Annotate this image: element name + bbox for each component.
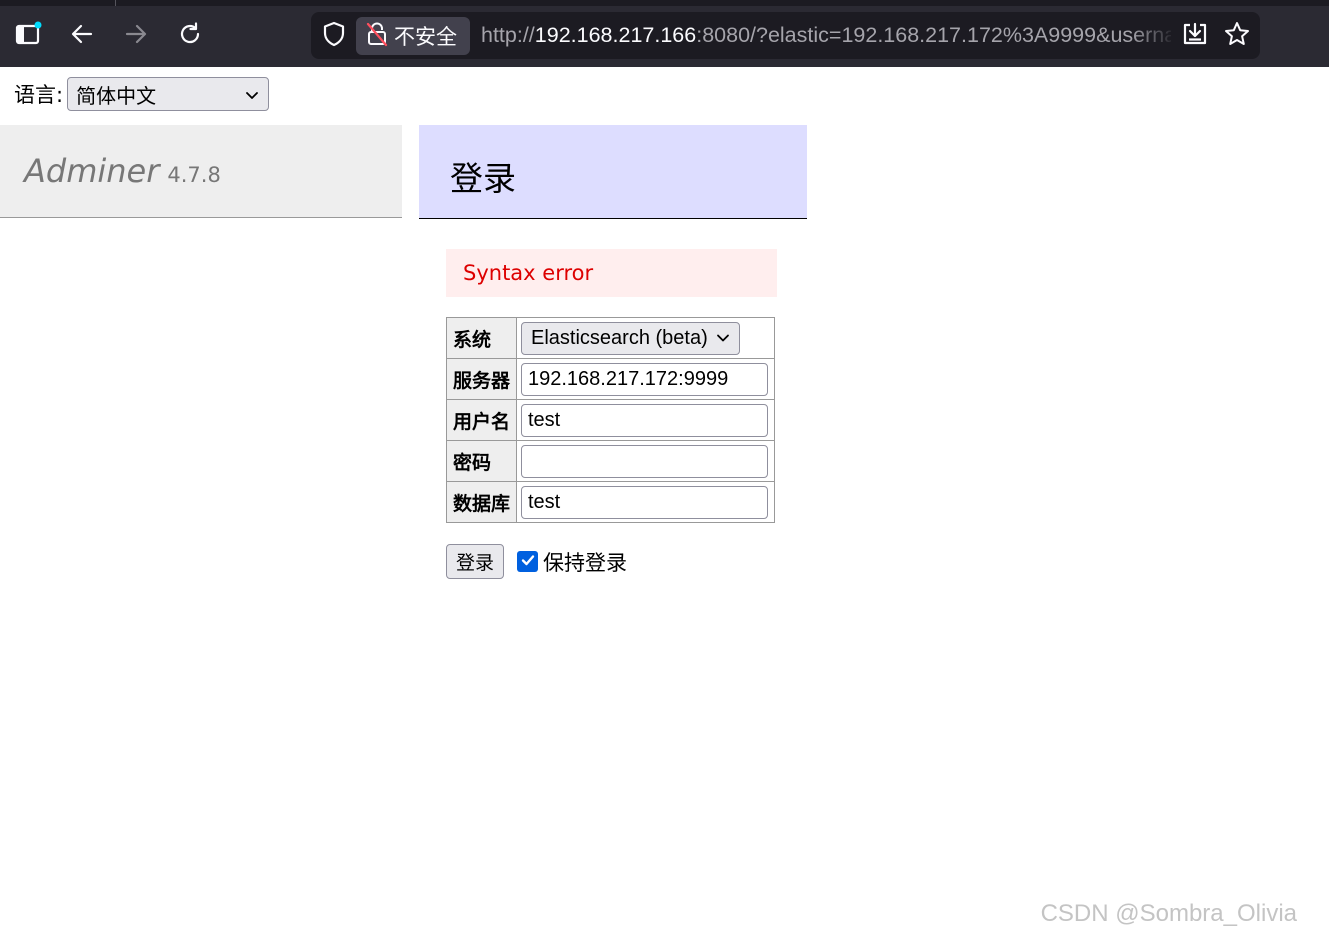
password-input[interactable] [521,444,768,478]
username-label: 用户名 [446,399,517,441]
url-scheme: http:// [481,23,535,47]
page-header: 登录 [419,125,807,219]
url-host: 192.168.217.166 [534,23,697,47]
form-row-password: 密码 [446,440,775,482]
username-input[interactable]: test [521,403,768,437]
permanent-login-label[interactable]: 保持登录 [543,547,627,577]
security-label: 不安全 [394,25,457,49]
bookmark-star-icon [1223,20,1251,52]
server-label: 服务器 [446,358,517,400]
permanent-login-checkbox[interactable] [517,551,538,572]
login-button[interactable]: 登录 [446,544,504,579]
error-message: Syntax error [446,249,777,297]
url-fade [1131,12,1176,59]
tracking-protection-button[interactable] [321,21,347,51]
password-cell [516,440,775,482]
sidebar-toggle-button[interactable] [12,18,44,50]
shield-icon [322,21,346,51]
adminer-version: 4.7.8 [167,163,221,187]
save-page-button[interactable] [1180,21,1210,51]
system-label: 系统 [446,317,517,359]
back-button[interactable] [66,18,98,50]
url-text[interactable]: http://192.168.217.166:8080/?elastic=192… [481,12,1171,59]
form-row-server: 服务器 192.168.217.172:9999 [446,358,775,400]
password-label: 密码 [446,440,517,482]
database-label: 数据库 [446,481,517,523]
bookmark-button[interactable] [1222,21,1252,51]
forward-button[interactable] [120,18,152,50]
form-row-database: 数据库 test [446,481,775,523]
language-select[interactable]: 简体中文 [67,77,270,111]
site-security-button[interactable]: 不安全 [356,17,470,55]
form-row-system: 系统 Elasticsearch (beta) [446,317,775,359]
checkmark-icon [520,552,536,572]
language-label: 语言: [14,83,64,107]
server-input[interactable]: 192.168.217.172:9999 [521,362,768,396]
language-form: 语言: 简体中文 [14,77,270,111]
form-actions: 登录 保持登录 [446,544,627,579]
tab-strip [0,0,1329,6]
adminer-logo-link[interactable]: Adminer [24,152,159,190]
watermark: CSDN @Sombra_Olivia [1040,900,1297,927]
insecure-lock-icon [366,21,388,51]
reload-button[interactable] [174,18,206,50]
system-selected-value: Elasticsearch (beta) [531,326,708,349]
url-rest: :8080/?elastic=192.168.217.172%3A9999&us… [696,23,1171,47]
browser-toolbar: 不安全 http://192.168.217.166:8080/?elastic… [0,0,1329,67]
chevron-down-icon [245,82,259,106]
chevron-down-icon [716,327,730,350]
tab-separator [115,0,116,6]
address-bar[interactable]: 不安全 http://192.168.217.166:8080/?elastic… [311,12,1260,59]
username-cell: test [516,399,775,441]
login-form-table: 系统 Elasticsearch (beta) 服务器 192.168.217.… [446,317,775,523]
system-cell: Elasticsearch (beta) [516,317,775,359]
sidebar-icon [14,20,42,48]
adminer-brand: Adminer 4.7.8 [24,152,221,190]
form-row-username: 用户名 test [446,399,775,441]
database-cell: test [516,481,775,523]
forward-icon [123,21,149,47]
reload-icon [177,21,203,47]
server-cell: 192.168.217.172:9999 [516,358,775,400]
adminer-menu: Adminer 4.7.8 [0,125,402,218]
system-select[interactable]: Elasticsearch (beta) [521,321,740,355]
back-icon [69,21,95,47]
database-input[interactable]: test [521,485,768,519]
download-icon [1181,20,1209,52]
language-selected-value: 简体中文 [76,83,157,108]
page-title: 登录 [450,159,516,198]
